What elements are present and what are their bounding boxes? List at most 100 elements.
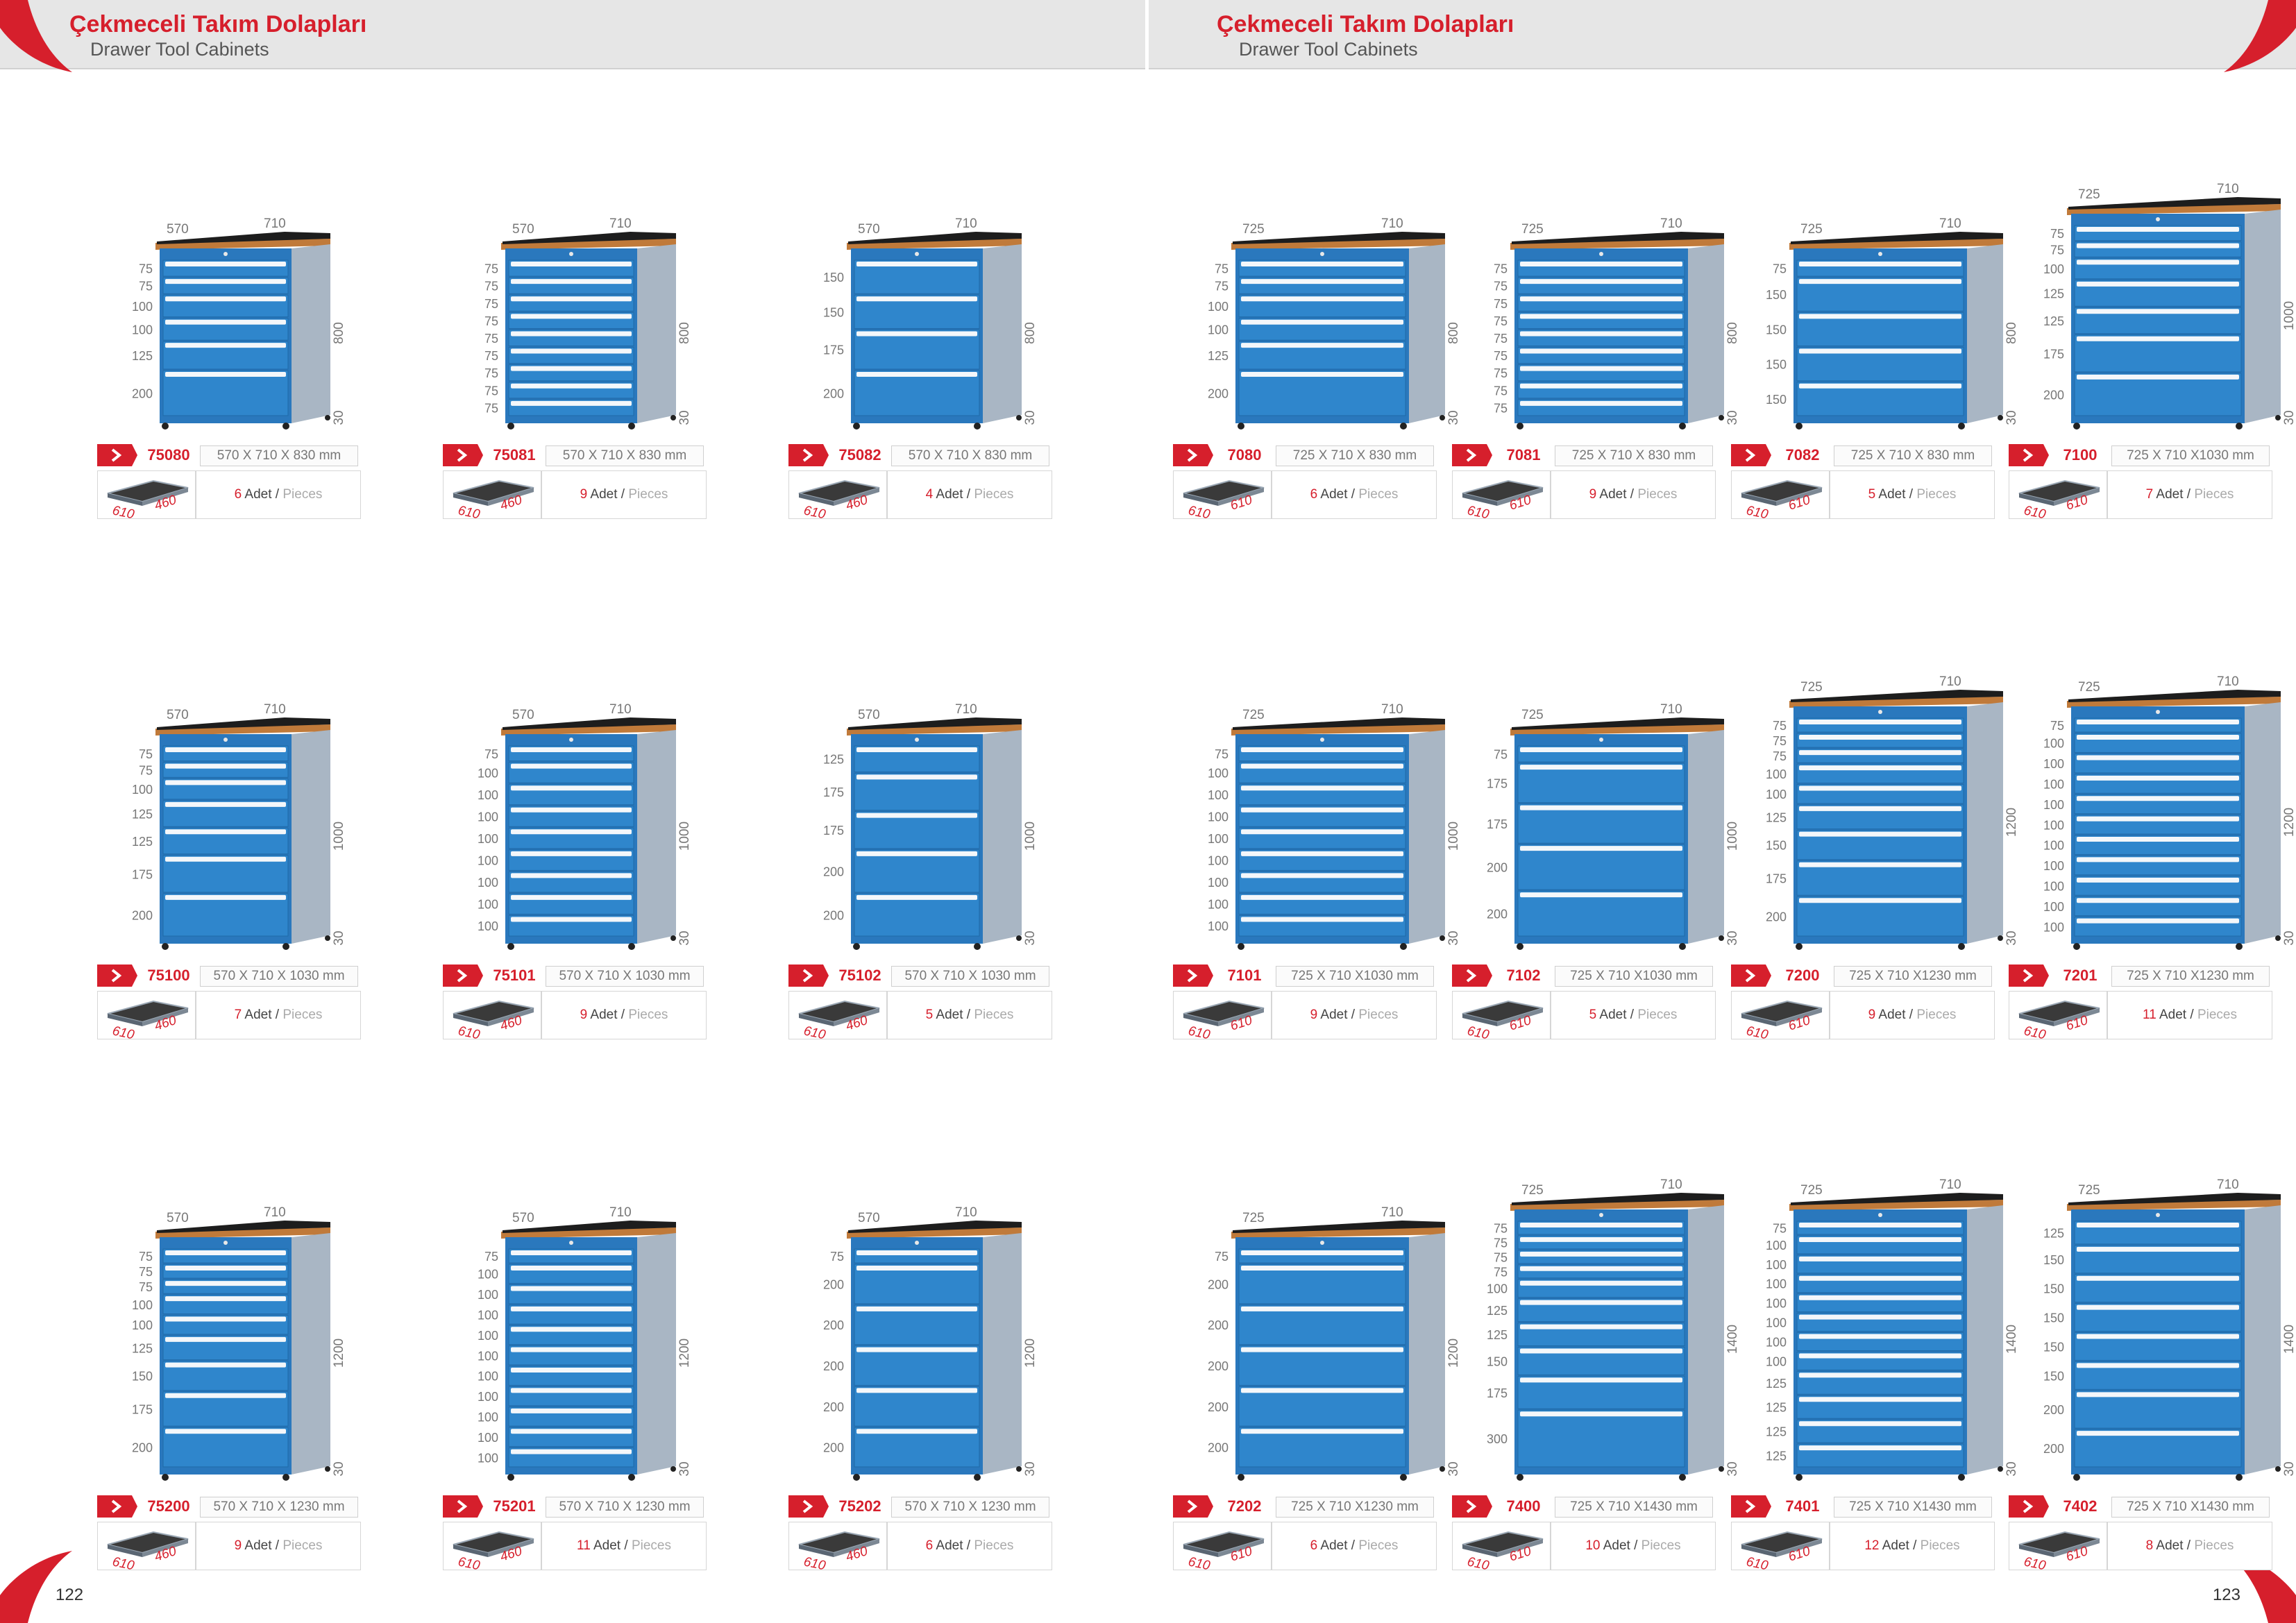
product-card-7082[interactable]: 75 150 150 150 150 725 710 800 30 7082 725 X 710 …: [1731, 132, 2019, 548]
width-label: 570: [858, 222, 880, 237]
product-card-75202[interactable]: 75 200 200 200 200 200 570 710 1200 30 75202 570 X…: [788, 1183, 1052, 1599]
cabinet-drawing: 75757575100125125150175300725 710140030: [1487, 1178, 1740, 1481]
label-separator: /: [1347, 1008, 1359, 1022]
cabinet-side: [637, 730, 676, 944]
product-code-row: 7082 725 X 710 X 830 mm: [1731, 444, 1995, 466]
drawer-handle: [1241, 262, 1403, 266]
drawer-handle: [2077, 898, 2239, 903]
foot: [1517, 1474, 1523, 1481]
drawer-handle: [1520, 1300, 1682, 1305]
cabinet-drawing: 75175175200200725 710100030: [1487, 702, 1740, 950]
product-card-7402[interactable]: 125 150 150 150 150 150 200 200 725 710 1400 30 740…: [2009, 1178, 2296, 1599]
tray-size-box: 610 610: [2009, 1522, 2107, 1570]
drawer-height-label: 75: [1215, 1250, 1229, 1264]
drawer-height-label: 200: [1208, 387, 1229, 401]
drawer-height-label: 100: [1208, 810, 1229, 824]
width-label: 570: [512, 1211, 534, 1225]
tray-size-box: 610 460: [443, 1522, 541, 1570]
drawer-handle: [165, 1336, 286, 1342]
drawer-count: 6: [1310, 1538, 1318, 1553]
product-info-row: 610 460 9 Adet / Pieces: [443, 470, 707, 519]
product-card-7080[interactable]: 75 75 100 100 125 200 725 710 800 30 7080 725 X 71…: [1173, 132, 1461, 548]
product-card-7102[interactable]: 75 175 175 200 200 725 710 1000 30 7102 725 X 710…: [1452, 652, 1740, 1069]
product-card-75101[interactable]: 75 100 100 100 100 100 100 100 100 570 710 1000 30 7…: [443, 652, 707, 1069]
drawer-height-label: 150: [1766, 839, 1787, 853]
product-card-7202[interactable]: 75 200 200 200 200 200 725 710 1200 30 7202 725 X …: [1173, 1183, 1461, 1599]
drawer-handle: [856, 894, 977, 900]
drawer-handle: [1799, 1223, 1961, 1227]
product-dimensions: 570 X 710 X 1030 mm: [200, 966, 358, 987]
product-info-row: 610 460 4 Adet / Pieces: [788, 470, 1052, 519]
drawer-handle: [2077, 755, 2239, 760]
adet-label: Adet: [1320, 487, 1348, 502]
drawer-handle: [2077, 837, 2239, 842]
drawer-handle: [1520, 892, 1682, 898]
product-code-row: 7402 725 X 710 X1430 mm: [2009, 1495, 2272, 1518]
drawer-height-label: 100: [1208, 300, 1229, 314]
product-card-7100[interactable]: 75 75 100 125 125 175 200 725 710 1000 30 7100 725 …: [2009, 132, 2296, 548]
foot: [1958, 423, 1965, 430]
pieces-label: Pieces: [2194, 1538, 2234, 1553]
cabinet-drawing: 75150150150150725 71080030: [1766, 216, 2019, 430]
product-code: 75080: [147, 446, 190, 464]
drawer-height-label: 100: [1766, 1354, 1787, 1368]
product-code-row: 75102 570 X 710 X 1030 mm: [788, 965, 1052, 987]
drawer-tray-icon: 610 610: [2018, 1000, 2100, 1039]
foot: [2236, 423, 2243, 430]
product-card-75201[interactable]: 75 100 100 100 100 100 100 100 100 100 100 570 710 12…: [443, 1183, 707, 1599]
tray-size-box: 610 460: [97, 470, 196, 519]
drawer-tray-icon: 610 460: [453, 479, 534, 518]
drawer-count: 7: [234, 1008, 242, 1022]
product-card-75100[interactable]: 75 75 100 125 125 175 200 570 710 1000 30 75100 570…: [97, 652, 361, 1069]
product-card-75081[interactable]: 75 75 75 75 75 75 75 75 75 570 710 800 30 75081 570 X…: [443, 132, 707, 548]
product-card-7400[interactable]: 75 75 75 75 100 125 125 150 175 300 725 710 1400 30 7…: [1452, 1178, 1740, 1599]
pieces-label: Pieces: [1916, 487, 1957, 502]
product-code-row: 7201 725 X 710 X1230 mm: [2009, 965, 2272, 987]
drawer-handle: [1520, 348, 1682, 354]
product-card-7200[interactable]: 75 75 75 100 100 125 150 175 200 725 710 1200 30 720…: [1731, 652, 2019, 1069]
product-card-7101[interactable]: 75 100 100 100 100 100 100 100 100 725 710 1000 30 7…: [1173, 652, 1461, 1069]
drawer-count-box: 5 Adet / Pieces: [1551, 991, 1716, 1039]
drawer-height-label: 150: [2043, 1369, 2064, 1383]
tray-size-box: 610 460: [443, 991, 541, 1039]
pieces-label: Pieces: [1358, 1538, 1399, 1553]
product-card-75200[interactable]: 75 75 75 100 100 125 150 175 200 570 710 1200 30 752…: [97, 1183, 361, 1599]
drawer-height-label: 75: [1773, 719, 1787, 733]
cabinet-side: [1967, 244, 2003, 423]
tray-width-label: 610: [111, 1554, 136, 1570]
drawer-tray-icon: 610 610: [1183, 1000, 1265, 1039]
drawer-handle: [1799, 735, 1961, 740]
tray-width-label: 610: [1187, 1023, 1212, 1039]
pieces-label: Pieces: [282, 1538, 323, 1553]
product-code: 7402: [2063, 1497, 2097, 1515]
chevron-right-icon: [1731, 965, 1771, 987]
drawer-height-label: 75: [484, 280, 498, 294]
height-label: 1200: [677, 1339, 692, 1368]
drawer-count: 8: [2145, 1538, 2154, 1553]
drawer-handle: [1241, 807, 1403, 813]
product-card-75102[interactable]: 125 175 175 200 200 570 710 1000 30 75102 570 X 7…: [788, 652, 1052, 1069]
foot: [1998, 935, 2003, 941]
base-height-label: 30: [2282, 1461, 2296, 1476]
drawer-height-label: 100: [132, 300, 153, 314]
drawer-handle: [1520, 1377, 1682, 1383]
drawer-handle: [511, 1449, 632, 1454]
product-card-75082[interactable]: 150 150 175 200 570 710 800 30 75082 570 X 710 X…: [788, 132, 1052, 548]
product-card-7401[interactable]: 75 100 100 100 100 100 100 100 125 125 125 125 725 71…: [1731, 1178, 2019, 1599]
product-card-7081[interactable]: 75 75 75 75 75 75 75 75 75 725 710 800 30 7081 725 X …: [1452, 132, 1740, 548]
cabinet-side: [1409, 1233, 1445, 1475]
drawer-handle: [856, 1429, 977, 1434]
product-info-row: 610 610 5 Adet / Pieces: [1731, 470, 1995, 519]
product-card-7201[interactable]: 75 100 100 100 100 100 100 100 100 100 100 725 710 12…: [2009, 652, 2296, 1069]
drawer-count-box: 7 Adet / Pieces: [2107, 470, 2272, 519]
drawer-height-label: 100: [478, 1268, 498, 1282]
drawer-height-label: 100: [1766, 1239, 1787, 1252]
product-code-row: 7400 725 X 710 X1430 mm: [1452, 1495, 1716, 1518]
cabinet-drawing: 75200200200200200725 710120030: [1208, 1205, 1461, 1481]
drawer-count-box: 9 Adet / Pieces: [1272, 991, 1437, 1039]
product-card-75080[interactable]: 75 75 100 100 125 200 570 710 800 30 75080 570 X 7…: [97, 132, 361, 548]
drawer-handle: [1799, 765, 1961, 771]
product-code-row: 7101 725 X 710 X1030 mm: [1173, 965, 1437, 987]
drawer-handle: [1799, 898, 1961, 903]
drawer-handle: [2077, 281, 2239, 287]
